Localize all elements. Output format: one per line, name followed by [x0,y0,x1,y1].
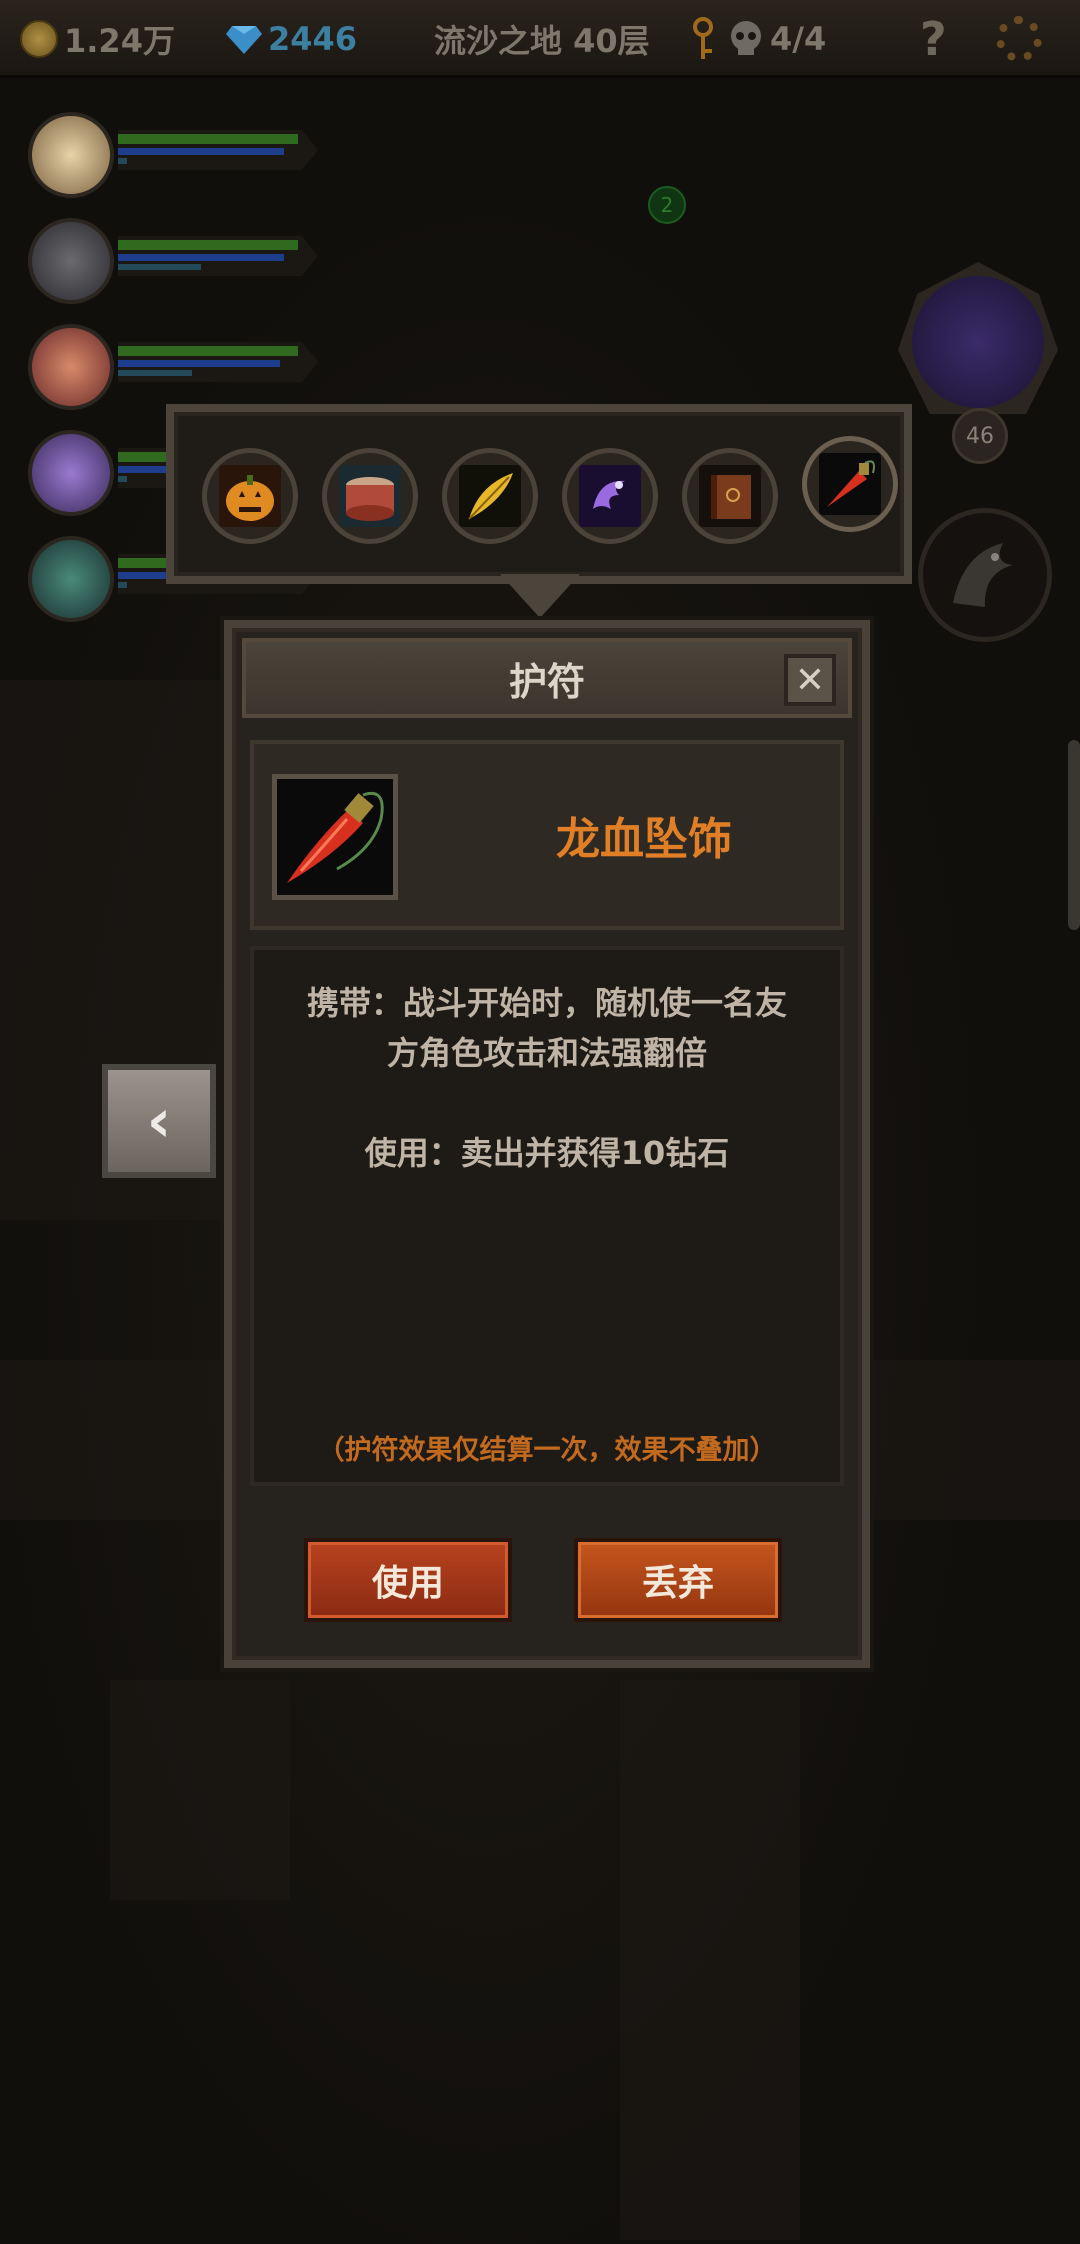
close-button[interactable]: ✕ [784,654,836,706]
hero-slot[interactable] [14,106,324,206]
top-status-bar: 1.24万 2446 流沙之地 40层 4/4 ? [0,0,1080,78]
discard-button[interactable]: 丢弃 [574,1538,782,1622]
gear-icon [996,16,1042,62]
feather-icon [459,465,521,527]
diamond-counter: 2446 [226,0,357,78]
xp-bar [118,582,127,588]
hero-portrait [28,324,114,410]
xp-bar [118,264,201,270]
key-and-kill-counter: 4/4 [690,0,826,78]
hp-bar [118,134,298,144]
amulet-slot[interactable] [202,448,298,544]
hero-bars [118,236,318,276]
gold-amount: 1.24万 [64,22,175,60]
hero-portrait [28,218,114,304]
amulet-slot[interactable] [682,448,778,544]
mana-bar [118,148,284,155]
item-header-panel: 龙血坠饰 [250,740,844,930]
hero-portrait [28,112,114,198]
mana-bar [118,360,280,367]
description-panel: 携带：战斗开始时，随机使一名友 方角色攻击和法强翻倍 使用：卖出并获得10钻石 … [250,946,844,1486]
previous-page-button[interactable]: ‹ [102,1064,216,1178]
hp-bar [118,346,298,356]
gold-counter: 1.24万 [20,0,175,78]
scrollbar[interactable] [1068,740,1080,930]
amulet-detail-dialog: 护符 ✕ 龙血坠饰 携带：战斗开始时，随机使一名友 方角色攻击和法强翻倍 使用：… [224,620,870,1668]
carry-effect-line1: 携带：战斗开始时，随机使一名友 [306,984,787,1022]
amulet-slot-selected[interactable] [802,436,898,532]
floor-tile [110,1680,290,1900]
xp-bar [118,158,127,164]
diamond-icon [226,26,262,54]
chevron-left-icon: ‹ [146,1086,172,1156]
boss-portrait [912,276,1044,408]
carry-effect-text: 携带：战斗开始时，随机使一名友 方角色攻击和法强翻倍 [284,978,810,1078]
location-label: 流沙之地 40层 [434,22,650,60]
amulet-tray [166,404,912,584]
crow-icon [953,543,1013,607]
hero-portrait [28,430,114,516]
dialog-title: 护符 [508,659,585,704]
help-button[interactable]: ? [920,0,947,78]
amulet-slot[interactable] [442,448,538,544]
carry-effect-line2: 方角色攻击和法强翻倍 [386,1034,707,1072]
stacking-note: （护符效果仅结算一次，效果不叠加） [317,1435,777,1466]
hp-bar [118,240,298,250]
hero-slot[interactable] [14,212,324,312]
crow-skill-button[interactable] [918,508,1052,642]
use-button[interactable]: 使用 [304,1538,512,1622]
amulet-slot[interactable] [562,448,658,544]
hero-bars [118,342,318,382]
xp-bar [118,476,127,482]
skull-icon [731,21,761,55]
drum-icon [339,465,401,527]
pendant-icon [277,779,393,895]
hero-slot[interactable] [14,318,324,418]
dialog-header: 护符 ✕ [242,638,852,718]
use-effect-text: 使用：卖出并获得10钻石 [364,1134,730,1172]
amulet-slot[interactable] [322,448,418,544]
xp-bar [118,370,192,376]
kill-count: 4/4 [770,20,827,58]
map-marker[interactable]: 2 [648,186,686,224]
gold-coin-icon [20,20,58,58]
hero-portrait [28,536,114,622]
diamond-amount: 2446 [268,20,358,58]
boss-level-badge: 46 [952,408,1008,464]
item-name: 龙血坠饰 [556,814,732,865]
spirit-icon [579,465,641,527]
book-icon [699,465,761,527]
floor-tile [620,1680,800,2240]
pendant-icon [819,453,881,515]
settings-button[interactable] [996,0,1042,78]
key-icon [693,17,713,59]
mana-bar [118,254,284,261]
hero-bars [118,130,318,170]
item-icon-frame [272,774,398,900]
pumpkin-icon [219,465,281,527]
